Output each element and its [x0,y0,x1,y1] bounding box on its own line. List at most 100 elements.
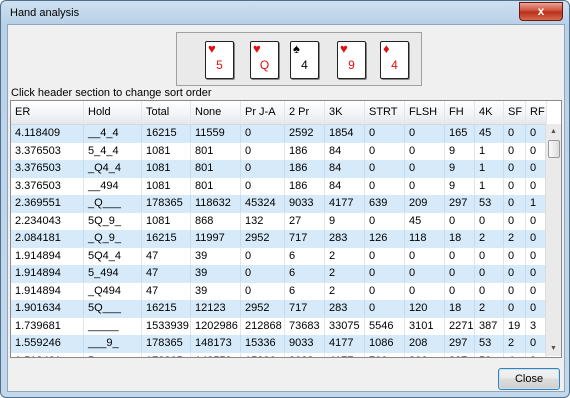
table-cell: 1086 [365,335,405,352]
table-row[interactable]: 4.118409 __4_4 16215 11559 0 2592 1854 0 0 165 45 0… [11,125,547,143]
table-cell: 0 [504,212,526,230]
column-header[interactable]: Hold [84,101,142,124]
dialog-client-area: ♥ 5 ♥ Q ♠ 4 ♥ 9 ♦ 4 Click header section to chang… [7,24,565,392]
table-cell: 3 [526,317,547,335]
table-cell: 2592 [285,125,325,142]
table-cell: 5Q4_4 [84,247,142,265]
column-header[interactable]: STRT [365,101,405,124]
table-row[interactable]: 3.376503 __494 1081 801 0 186 84 0 0 9 1 0 0 [11,177,547,196]
table-row[interactable]: 3.376503 _Q4_4 1081 801 0 186 84 0 0 9 1 0 0 [11,160,547,178]
table-cell: 47 [142,247,191,265]
table-cell: 45324 [241,195,285,212]
table-cell: 0 [504,160,526,177]
table-cell: 5Q_9_ [84,212,142,230]
table-cell: 3.376503 [11,160,84,177]
table-cell: 212868 [241,317,285,335]
column-header[interactable]: 4K [475,101,504,124]
table-row[interactable]: 1.914894 5_494 47 39 0 6 2 0 0 0 0 0 0 [11,265,547,283]
table-cell: 801 [191,142,241,160]
table-cell: 16215 [142,230,191,247]
card-rank: 4 [391,58,398,72]
column-header[interactable]: SF [504,101,526,124]
table-cell: 0 [504,300,526,317]
table-cell: 209 [405,195,445,212]
table-row[interactable]: 2.084181 _Q_9_ 16215 11997 2952 717 283 126 118 1… [11,230,547,248]
table-cell: 0 [526,177,547,195]
table-row[interactable]: 2.369551 _Q___ 178365 118632 45324 9033 4177 63… [11,195,547,213]
table-cell: __4_4 [84,125,142,142]
table-cell: 1 [475,142,504,160]
table-cell: 0 [526,160,547,177]
table-cell: 0 [405,125,445,142]
table-row[interactable]: 1.5184315____178365148559153369033417770… [11,352,547,357]
table-cell: 0 [504,247,526,265]
table-cell: 0 [241,125,285,142]
table-row[interactable]: 1.739681 _____ 1533939 1202986 212868 73683 33… [11,317,547,336]
table-cell: 0 [526,300,547,317]
table-cell: 208 [405,335,445,352]
table-cell: 186 [285,142,325,160]
title-bar[interactable]: Hand analysis x [1,1,569,25]
table-cell: 2 [475,230,504,247]
close-button[interactable]: Close [498,368,560,390]
column-header[interactable]: FLSH [405,101,445,124]
table-cell: 0 [241,282,285,300]
table-cell: 33075 [325,317,365,335]
table-cell: _Q_9_ [84,230,142,247]
table-row[interactable]: 1.559246 ___9_ 178365 148173 15336 9033 4177 10… [11,335,547,353]
table-cell: 18 [445,300,475,317]
table-cell: 45 [475,125,504,142]
scroll-thumb[interactable] [548,140,560,158]
table-cell: 18 [445,230,475,247]
table-cell: 9 [445,142,475,160]
table-cell: 47 [142,282,191,300]
table-cell: 0 [526,212,547,230]
table-cell: 165 [445,125,475,142]
window-close-button[interactable]: x [519,2,563,21]
column-header[interactable]: 2 Pr [285,101,325,124]
table-row[interactable]: 1.914894 5Q4_4 47 39 0 6 2 0 0 0 0 0 0 [11,247,547,266]
table-cell: 2 [325,265,365,282]
table-cell: 2 [325,247,365,265]
table-cell: 5Q___ [84,300,142,317]
column-header[interactable]: None [191,101,241,124]
vertical-scrollbar[interactable]: ▲ ▼ [545,124,561,356]
table-cell: 0 [526,265,547,282]
table-cell: 1.739681 [11,317,84,335]
table-row[interactable]: 3.376503 5_4_4 1081 801 0 186 84 0 0 9 1 0 0 [11,142,547,161]
table-row[interactable]: 1.901634 5Q___ 16215 12123 2952 717 283 0 120 18 2… [11,300,547,318]
table-cell: 178365 [142,195,191,212]
column-header[interactable]: RF [526,101,547,124]
table-cell: 2 [325,282,365,300]
column-header[interactable]: ER [11,101,84,124]
table-cell: 4.118409 [11,125,84,142]
table-cell: 801 [191,177,241,195]
playing-card: ♦ 4 [380,41,409,79]
table-cell: 1.518431 [11,352,84,357]
table-cell: 15336 [241,352,285,357]
table-cell: 178365 [142,352,191,357]
table-cell: 11559 [191,125,241,142]
table-cell: 0 [475,247,504,265]
table-cell: 1 [475,160,504,177]
table-cell: 801 [191,160,241,177]
table-cell: 0 [504,142,526,160]
table-cell: 4177 [325,352,365,357]
table-cell: 6 [285,247,325,265]
table-cell: 39 [191,265,241,282]
table-cell: 53 [475,195,504,212]
table-cell: 0 [405,177,445,195]
table-row[interactable]: 2.234043 5Q_9_ 1081 868 132 27 9 0 45 0 0 0 0 [11,212,547,231]
scroll-down-arrow-icon[interactable]: ▼ [546,341,561,356]
card-rank: 9 [348,58,355,72]
column-header[interactable]: FH [445,101,475,124]
hand-cards-panel: ♥ 5 ♥ Q ♠ 4 ♥ 9 ♦ 4 [176,32,422,86]
table-cell: 27 [285,212,325,230]
table-row[interactable]: 1.914894 _Q494 47 39 0 6 2 0 0 0 0 0 0 [11,282,547,301]
column-header[interactable]: 3K [325,101,365,124]
table-cell: 6 [285,265,325,282]
scroll-up-arrow-icon[interactable]: ▲ [546,124,561,139]
table-cell: _____ [84,317,142,335]
column-header[interactable]: Total [142,101,191,124]
column-header[interactable]: Pr J-A [241,101,285,124]
